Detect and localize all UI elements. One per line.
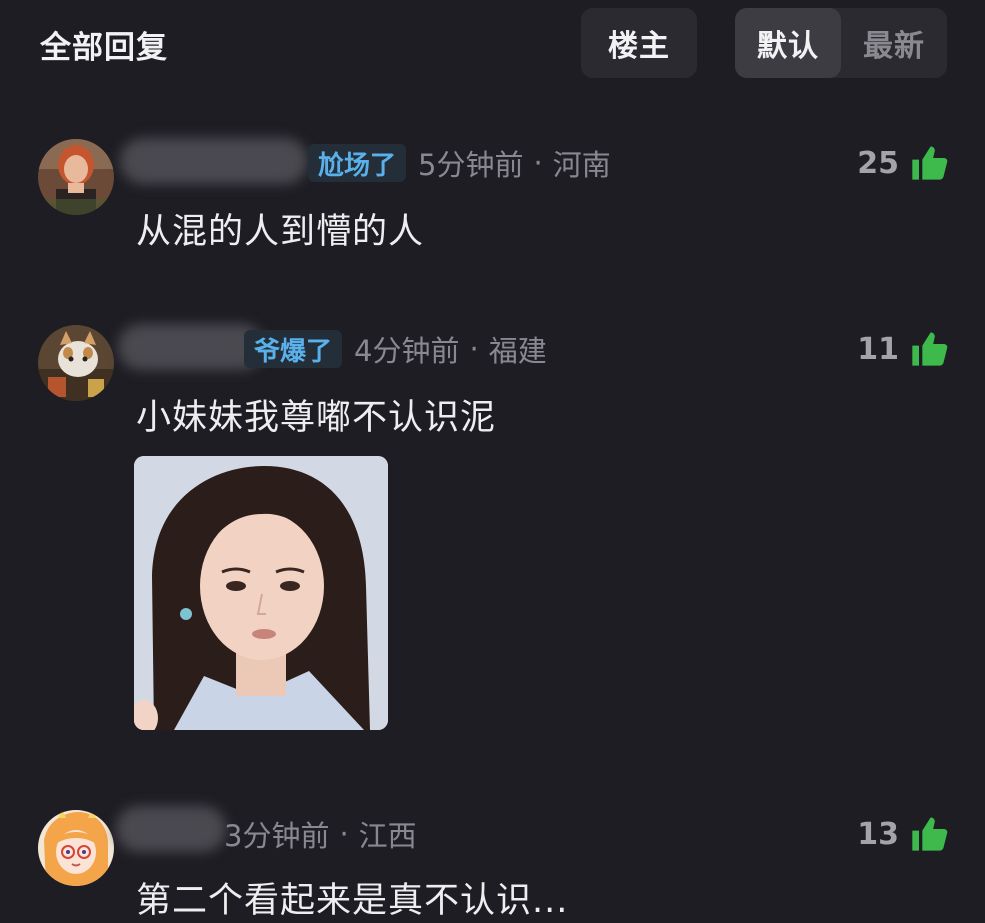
username-redacted — [118, 324, 264, 370]
comment-text: 从混的人到懵的人 — [136, 212, 425, 252]
meta-separator: · — [533, 146, 543, 180]
like-button[interactable]: 13 — [857, 810, 949, 858]
username-redacted — [116, 806, 226, 852]
comment-image[interactable] — [134, 456, 388, 730]
comment-time: 5分钟前 — [418, 148, 524, 182]
like-button[interactable]: 11 — [857, 325, 949, 373]
comment-time: 3分钟前 — [224, 819, 330, 853]
comment-meta: 3分钟前 · 江西 — [224, 812, 417, 856]
sort-latest-tab[interactable]: 最新 — [841, 8, 947, 78]
comment-text: 第二个看起来是真不认识... — [136, 881, 569, 921]
like-count: 11 — [857, 331, 899, 367]
status-badge: 爷爆了 — [244, 330, 343, 368]
sort-default-tab[interactable]: 默认 — [735, 8, 841, 78]
meta-separator: · — [339, 817, 349, 851]
comment-meta: 尬场了 5分钟前 · 河南 — [308, 141, 611, 185]
comment-text: 小妹妹我尊嘟不认识泥 — [136, 398, 497, 438]
avatar[interactable] — [38, 139, 114, 215]
comment-location: 江西 — [358, 819, 417, 853]
status-badge: 尬场了 — [308, 144, 407, 182]
avatar[interactable] — [38, 325, 114, 401]
like-count: 25 — [857, 145, 899, 181]
comment-location: 福建 — [488, 334, 547, 368]
thumbs-up-icon — [912, 817, 948, 851]
like-button[interactable]: 25 — [857, 139, 949, 187]
thumbs-up-icon — [912, 146, 948, 180]
meta-separator: · — [469, 332, 479, 366]
reply-header: 全部回复 楼主 默认 最新 — [0, 0, 985, 92]
avatar[interactable] — [38, 810, 114, 886]
comment-location: 河南 — [552, 148, 611, 182]
sort-toggle: 默认 最新 — [735, 8, 947, 78]
username-redacted — [120, 138, 308, 184]
op-filter-button[interactable]: 楼主 — [581, 8, 697, 78]
comment-time: 4分钟前 — [354, 334, 460, 368]
like-count: 13 — [857, 816, 899, 852]
page-title: 全部回复 — [40, 30, 168, 66]
comment-meta: 爷爆了 4分钟前 · 福建 — [244, 327, 547, 371]
thumbs-up-icon — [912, 332, 948, 366]
